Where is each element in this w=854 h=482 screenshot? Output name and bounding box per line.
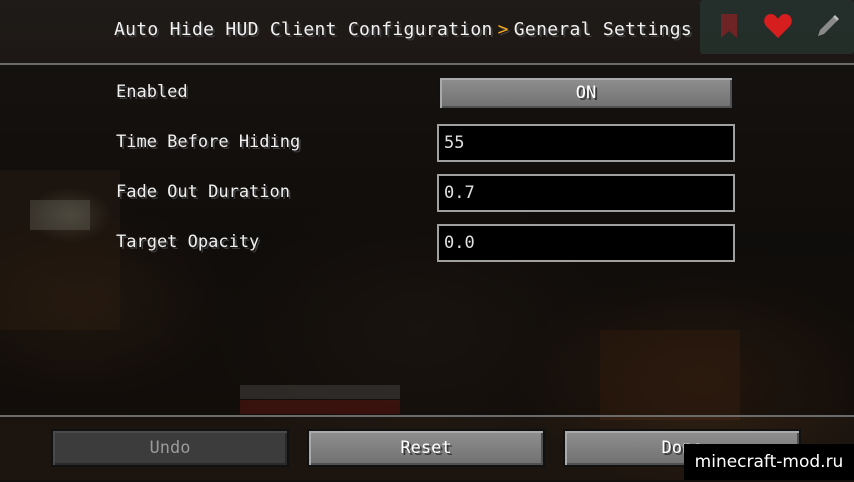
target-opacity-field[interactable]: 0.0 bbox=[437, 224, 735, 262]
target-opacity-label: Target Opacity bbox=[116, 232, 260, 252]
breadcrumb-current: General Settings bbox=[513, 19, 692, 40]
breadcrumb-parent[interactable]: Auto Hide HUD Client Configuration bbox=[114, 19, 493, 40]
breadcrumb-separator: > bbox=[497, 19, 509, 40]
enabled-label: Enabled bbox=[116, 82, 188, 102]
undo-button[interactable]: Undo bbox=[51, 429, 289, 467]
bookmark-icon[interactable] bbox=[710, 8, 748, 44]
pencil-icon[interactable] bbox=[808, 8, 846, 44]
top-icon-group bbox=[700, 0, 854, 54]
fade-out-duration-label: Fade Out Duration bbox=[116, 182, 290, 202]
enabled-toggle-button[interactable]: ON bbox=[438, 76, 734, 110]
heart-icon[interactable] bbox=[759, 8, 797, 44]
time-before-hiding-label: Time Before Hiding bbox=[116, 132, 301, 152]
breadcrumb: Auto Hide HUD Client Configuration > Gener… bbox=[114, 19, 692, 40]
site-watermark: minecraft-mod.ru bbox=[684, 444, 854, 480]
time-before-hiding-field[interactable]: 55 bbox=[437, 124, 735, 162]
title-bar: Auto Hide HUD Client Configuration > Gener… bbox=[0, 0, 854, 65]
fade-out-duration-field[interactable]: 0.7 bbox=[437, 174, 735, 212]
reset-button[interactable]: Reset bbox=[307, 429, 545, 467]
